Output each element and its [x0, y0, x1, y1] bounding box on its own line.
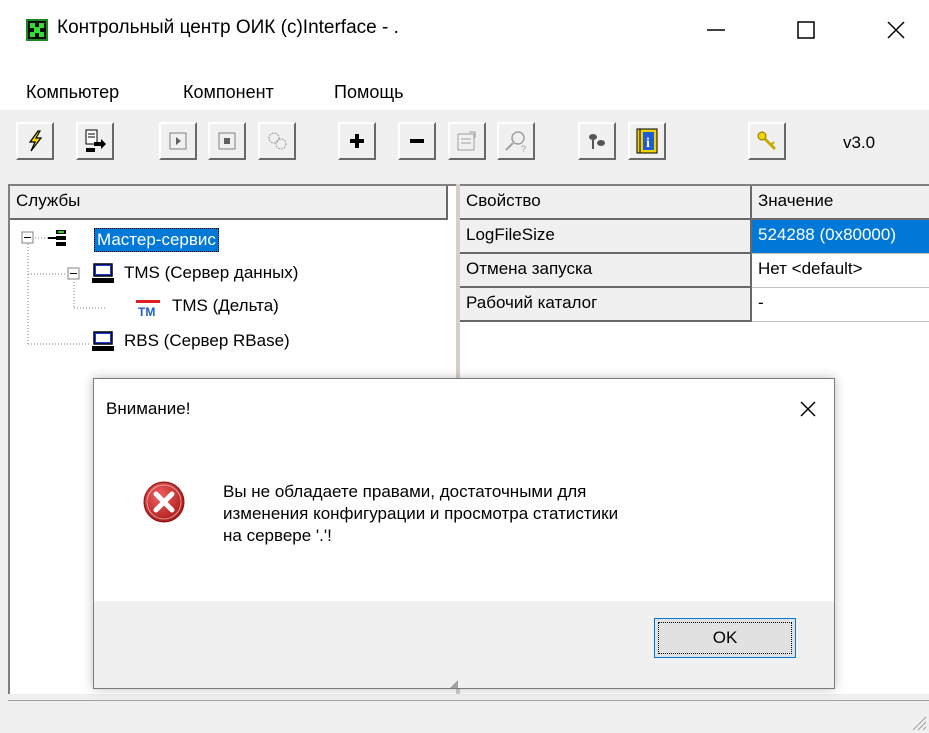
tm-delta-icon: TM: [136, 300, 160, 318]
svg-text:?: ?: [521, 144, 526, 154]
svg-text:i: i: [646, 136, 650, 151]
ok-button[interactable]: OK: [654, 618, 796, 658]
resize-mark-icon: [450, 680, 458, 688]
menu-computer[interactable]: Компьютер: [26, 82, 119, 103]
pause-icon: [268, 132, 287, 150]
properties-icon: [457, 131, 476, 151]
tree-item-tms-data-server[interactable]: TMS (Сервер данных): [124, 263, 298, 283]
find-button[interactable]: ?: [497, 122, 535, 160]
window-title: Контрольный центр ОИК (c)Interface - .: [57, 17, 399, 38]
column-header-value[interactable]: Значение: [752, 186, 929, 220]
error-icon: [143, 481, 185, 523]
minimize-button[interactable]: [686, 0, 746, 60]
remove-icon: [410, 139, 424, 143]
menu-help[interactable]: Помощь: [334, 82, 404, 103]
network-icon: [48, 230, 66, 246]
info-button[interactable]: i: [628, 122, 666, 160]
computer-icon: [92, 331, 114, 351]
property-value[interactable]: -: [752, 288, 929, 322]
dialog-footer: OK: [94, 601, 834, 688]
export-button[interactable]: [76, 122, 114, 160]
stop-button[interactable]: [208, 122, 246, 160]
connect-lightning-icon: [28, 130, 43, 152]
export-icon: [85, 129, 106, 152]
properties-button[interactable]: [448, 122, 486, 160]
start-button[interactable]: [159, 122, 197, 160]
status-bar: [8, 700, 929, 733]
property-key[interactable]: LogFileSize: [460, 220, 752, 254]
users-button[interactable]: [578, 122, 616, 160]
resize-grip-icon[interactable]: [909, 713, 927, 731]
key-button[interactable]: [748, 122, 786, 160]
dialog-message: Вы не обладаете правами, достаточными дл…: [223, 482, 619, 545]
dialog-title: Внимание!: [106, 399, 191, 418]
connect-button[interactable]: [16, 122, 54, 160]
title-bar: Контрольный центр ОИК (c)Interface - .: [0, 0, 929, 60]
maximize-icon: [797, 21, 815, 39]
version-label: v3.0: [843, 133, 876, 152]
svg-text:TM: TM: [138, 305, 155, 318]
pause-button[interactable]: [258, 122, 296, 160]
warning-dialog: Внимание! Вы не обладаете правами, доста…: [93, 378, 835, 689]
computer-icon: [92, 263, 114, 283]
tree-item-master-service[interactable]: Мастер-сервис: [94, 228, 219, 252]
app-icon: [26, 19, 48, 41]
property-value[interactable]: Нет <default>: [752, 254, 929, 288]
close-icon: [800, 401, 816, 417]
start-icon: [169, 132, 187, 150]
menu-component[interactable]: Компонент: [183, 82, 274, 103]
close-icon: [887, 21, 905, 39]
add-button[interactable]: [338, 122, 376, 160]
dialog-close-button[interactable]: [792, 393, 824, 425]
tree-item-tms-delta[interactable]: TMS (Дельта): [172, 296, 279, 316]
maximize-button[interactable]: [776, 0, 836, 60]
info-icon: i: [636, 128, 658, 154]
property-key[interactable]: Отмена запуска: [460, 254, 752, 288]
column-header-property[interactable]: Свойство: [460, 186, 752, 220]
tree-item-rbs-server[interactable]: RBS (Сервер RBase): [124, 331, 290, 351]
property-key[interactable]: Рабочий каталог: [460, 288, 752, 322]
stop-icon: [218, 132, 236, 150]
users-icon: [589, 134, 605, 149]
find-icon: ?: [505, 131, 526, 154]
key-icon: [757, 131, 777, 151]
add-icon: [350, 134, 364, 148]
property-value[interactable]: 524288 (0x80000): [752, 220, 929, 254]
close-button[interactable]: [866, 0, 926, 60]
menu-bar: Компьютер Компонент Помощь: [0, 60, 929, 110]
minimize-icon: [707, 29, 725, 31]
remove-button[interactable]: [398, 122, 436, 160]
